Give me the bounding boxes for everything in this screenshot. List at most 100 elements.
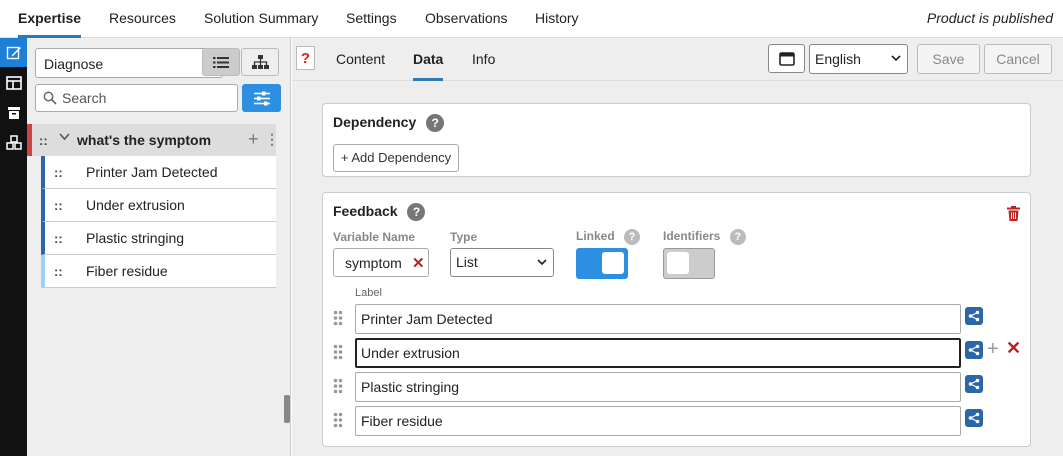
tree-root-label: what's the symptom (77, 132, 212, 148)
drag-handle-icon[interactable]: :: (39, 133, 48, 148)
chevron-down-icon (537, 259, 547, 266)
content-tabs: ? Content Data Info English Save Cancel (292, 38, 1063, 81)
share-icon[interactable] (965, 341, 983, 359)
preview-window-button[interactable] (768, 44, 805, 73)
help-icon[interactable]: ? (624, 229, 641, 245)
tree-root-node[interactable]: :: what's the symptom + ⋮ (27, 124, 279, 156)
drag-handle-icon[interactable]: :: (54, 165, 63, 180)
search-box (35, 84, 238, 112)
tree-item[interactable]: :: Plastic stringing (41, 222, 276, 255)
type-select[interactable]: List (450, 248, 554, 277)
main-panel: ? Content Data Info English Save Cancel … (292, 38, 1063, 456)
label-input[interactable]: Fiber residue (355, 406, 961, 436)
save-button[interactable]: Save (917, 44, 980, 74)
dependency-card: Dependency ? + Add Dependency (322, 103, 1031, 177)
add-label-icon[interactable]: + (987, 338, 999, 361)
help-icon[interactable]: ? (426, 114, 445, 132)
grip-icon[interactable] (333, 344, 343, 360)
tab-expertise[interactable]: Expertise (18, 0, 82, 38)
remove-label-icon[interactable]: ✕ (1006, 338, 1021, 359)
toggle-knob (667, 252, 689, 274)
variable-name-value: symptom (345, 255, 402, 271)
tab-history[interactable]: History (535, 0, 579, 38)
mode-select-value: Diagnose (44, 56, 104, 72)
tab-data[interactable]: Data (413, 38, 444, 81)
chevron-down-icon (891, 55, 901, 62)
identifiers-label: Identifiers (663, 229, 721, 243)
label-row: Fiber residue (331, 406, 1021, 436)
window-icon (778, 51, 795, 66)
label-row: Under extrusion + ✕ (331, 338, 1021, 368)
help-icon[interactable]: ? (407, 203, 426, 221)
add-node-icon[interactable]: + (248, 129, 259, 150)
search-input[interactable] (62, 88, 232, 108)
tree-item[interactable]: :: Under extrusion (41, 189, 276, 222)
trash-icon[interactable] (1007, 206, 1020, 221)
icon-bar (0, 38, 27, 456)
share-icon[interactable] (965, 375, 983, 393)
list-icon (213, 56, 229, 68)
more-options-icon[interactable]: ⋮ (265, 131, 279, 148)
tree-item[interactable]: :: Printer Jam Detected (41, 156, 276, 189)
share-icon[interactable] (965, 409, 983, 427)
filter-button[interactable] (242, 84, 281, 112)
grip-icon[interactable] (333, 412, 343, 428)
label-input[interactable]: Plastic stringing (355, 372, 961, 402)
variable-name-label: Variable Name (333, 230, 416, 244)
tree-item-label: Fiber residue (86, 263, 168, 279)
grip-icon[interactable] (333, 310, 343, 326)
edit-icon[interactable] (0, 38, 27, 67)
panel-resize-handle[interactable] (284, 395, 290, 423)
tab-info[interactable]: Info (472, 38, 495, 81)
help-icon[interactable]: ? (729, 229, 746, 245)
variable-name-field[interactable]: symptom ✕ (333, 248, 429, 277)
tab-resources[interactable]: Resources (109, 0, 176, 38)
feedback-card: Feedback ? Variable Name Type Linked ? I… (322, 192, 1031, 447)
tree-item[interactable]: :: Fiber residue (41, 255, 276, 288)
add-dependency-button[interactable]: + Add Dependency (333, 144, 459, 172)
type-label: Type (450, 230, 478, 244)
drag-handle-icon[interactable]: :: (54, 231, 63, 246)
cubes-icon[interactable] (0, 128, 27, 157)
tree-view-button[interactable] (241, 48, 279, 76)
table-icon[interactable] (0, 68, 27, 97)
top-navigation: Expertise Resources Solution Summary Set… (0, 0, 1063, 38)
grip-icon[interactable] (333, 378, 343, 394)
drag-handle-icon[interactable]: :: (54, 264, 63, 279)
feedback-title: Feedback (333, 203, 398, 219)
linked-toggle[interactable] (576, 248, 628, 279)
left-panel: Diagnose :: what's the symptom + ⋮ :: Pr… (27, 38, 291, 456)
tab-settings[interactable]: Settings (346, 0, 397, 38)
question-document-icon: ? (296, 46, 315, 70)
dependency-title: Dependency (333, 114, 417, 130)
language-select[interactable]: English (809, 44, 908, 74)
label-input[interactable]: Printer Jam Detected (355, 304, 961, 334)
archive-icon[interactable] (0, 98, 27, 127)
publish-status: Product is published (926, 10, 1053, 26)
label-input[interactable]: Under extrusion (355, 338, 961, 368)
label-column-header: Label (355, 287, 382, 299)
label-row: Plastic stringing (331, 372, 1021, 402)
language-value: English (815, 51, 861, 67)
tab-observations[interactable]: Observations (425, 0, 507, 38)
linked-label: Linked (576, 229, 615, 243)
search-icon (43, 91, 57, 105)
sliders-icon (253, 91, 270, 105)
share-icon[interactable] (965, 307, 983, 325)
tab-content[interactable]: Content (336, 38, 385, 81)
cancel-button[interactable]: Cancel (984, 44, 1052, 74)
toggle-knob (602, 252, 624, 274)
mode-select[interactable]: Diagnose (35, 48, 223, 78)
tree-item-label: Under extrusion (86, 197, 185, 213)
clear-icon[interactable]: ✕ (412, 254, 425, 272)
tree-item-label: Printer Jam Detected (86, 164, 218, 180)
identifiers-toggle[interactable] (663, 248, 715, 279)
chevron-down-icon[interactable] (59, 132, 70, 141)
tree-item-label: Plastic stringing (86, 230, 185, 246)
sitemap-icon (251, 54, 269, 69)
label-row: Printer Jam Detected (331, 304, 1021, 334)
type-value: List (456, 254, 478, 270)
tab-solution-summary[interactable]: Solution Summary (204, 0, 318, 38)
drag-handle-icon[interactable]: :: (54, 198, 63, 213)
list-view-button[interactable] (202, 48, 240, 76)
